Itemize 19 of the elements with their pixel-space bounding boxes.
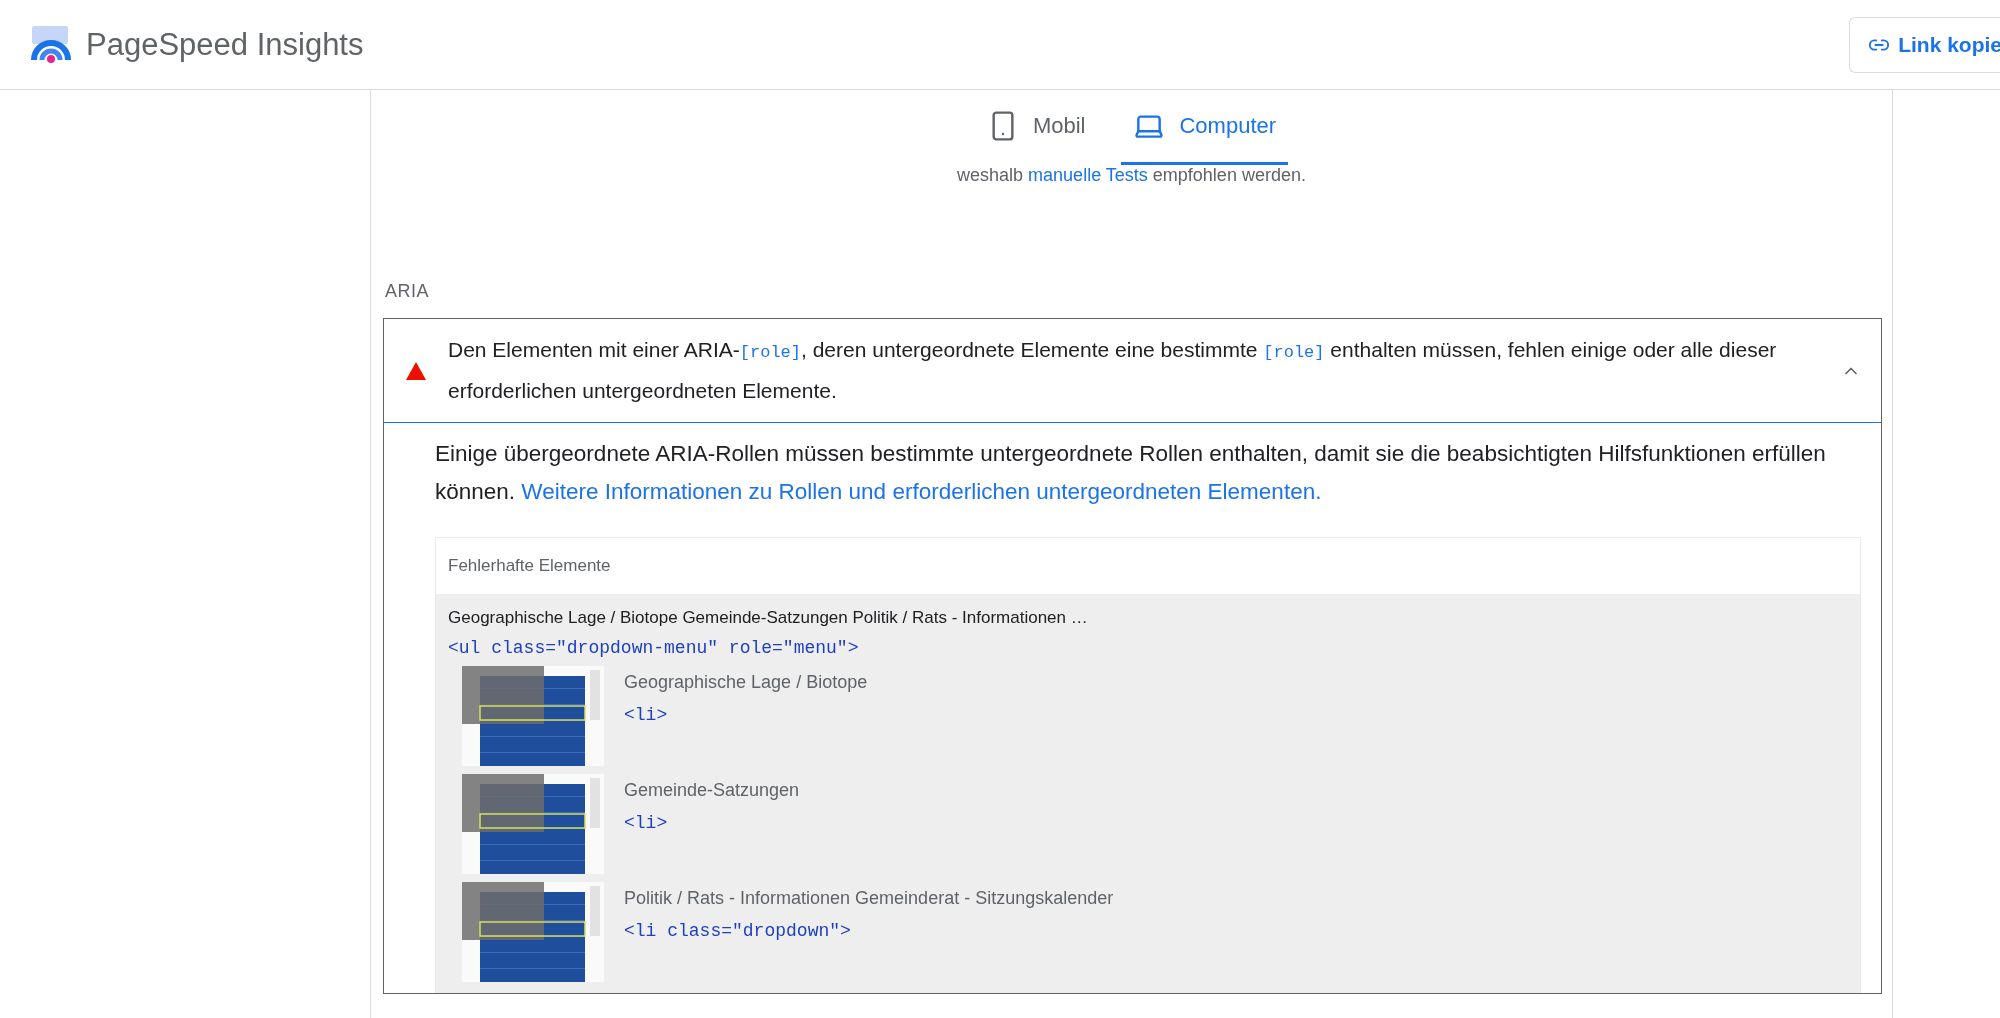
app-title: PageSpeed Insights xyxy=(86,26,364,63)
child-element-label: Geographische Lage / Biotope xyxy=(624,672,868,693)
section-title: ARIA xyxy=(385,281,430,302)
audit-description: Einige übergeordnete ARIA-Rollen müssen bestimmte untergeordnete Rollen enthalten, damit sie die beabsichtigten Hilfsfunktionen erfüllen können. Weitere Informationen zu Rollen und erforderlichen untergeordneten Elementen. xyxy=(435,440,1827,506)
manual-tests-link[interactable]: manuelle Tests xyxy=(1028,165,1148,185)
element-code: <ul class="dropdown-menu" role="menu"> xyxy=(448,638,860,658)
element-label: Geographische Lage / Biotope Gemeinde-Satzungen Politik / Rats - Informationen … xyxy=(448,608,1089,628)
learn-more-link[interactable]: Weitere Informationen zu Rollen und erforderlichen untergeordneten Elementen. xyxy=(521,479,1322,504)
child-element-code: <li class="dropdown"> xyxy=(624,921,852,941)
child-element-label: Politik / Rats - Informationen Gemeinderat - Sitzungskalender xyxy=(624,888,1114,909)
child-element-code: <li> xyxy=(624,813,669,833)
device-tab[interactable]: Computer xyxy=(1121,90,1289,165)
intro-text: weshalb manuelle Tests empfohlen werden. xyxy=(956,165,1307,186)
audit-title: Den Elementen mit einer ARIA-[role], deren untergeordnete Elemente eine bestimmte [role] enthalten müssen, fehlen einige oder alle dieser erforderlichen untergeordneten Elemente. xyxy=(448,337,1778,404)
logo-icon xyxy=(30,25,72,64)
device-tab[interactable]: Mobil xyxy=(974,90,1098,165)
child-element-label: Gemeinde-Satzungen xyxy=(624,780,800,801)
child-element-code: <li> xyxy=(624,705,669,725)
audit-header[interactable]: Den Elementen mit einer ARIA-[role], deren untergeordnete Elemente eine bestimmte [role] enthalten müssen, fehlen einige oder alle dieser erforderlichen untergeordneten Elemente. xyxy=(384,319,1881,423)
